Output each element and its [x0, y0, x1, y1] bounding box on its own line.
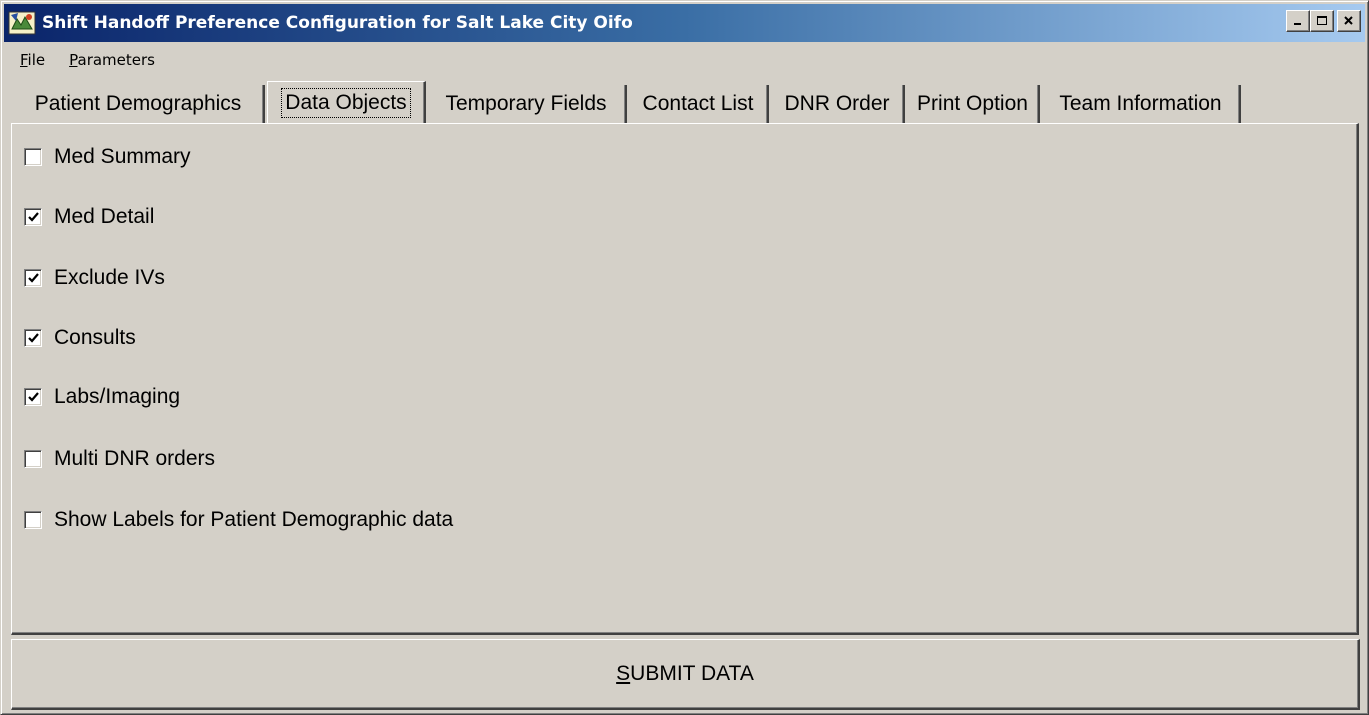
window-title: Shift Handoff Preference Configuration f…: [42, 13, 633, 33]
app-window: Shift Handoff Preference Configuration f…: [0, 0, 1369, 715]
tab-label: DNR Order: [784, 92, 890, 115]
option-labs-imaging[interactable]: Labs/Imaging: [24, 382, 180, 412]
maximize-button[interactable]: [1310, 10, 1334, 32]
tab-label: Team Information: [1059, 92, 1222, 115]
option-med-summary[interactable]: Med Summary: [24, 142, 191, 172]
close-icon: [1344, 16, 1353, 25]
submit-accel: S: [616, 662, 631, 685]
data-objects-panel: Med Summary Med Detail Exclude IVs Consu…: [11, 123, 1359, 635]
tab-strip: Patient Demographics Data Objects Tempor…: [13, 81, 1353, 123]
checkbox[interactable]: [24, 269, 42, 287]
maximize-icon: [1317, 16, 1327, 25]
option-label: Med Summary: [54, 145, 191, 168]
menu-parameters-accel: P: [69, 51, 78, 69]
option-show-labels[interactable]: Show Labels for Patient Demographic data: [24, 505, 453, 535]
tab-print-option[interactable]: Print Option: [907, 85, 1040, 123]
tab-contact-list[interactable]: Contact List: [629, 85, 769, 123]
checkbox[interactable]: [24, 148, 42, 166]
option-consults[interactable]: Consults: [24, 323, 136, 353]
submit-data-button[interactable]: S UBMIT DATA: [11, 639, 1360, 710]
tab-label: Contact List: [642, 92, 754, 115]
checkmark-icon: [28, 273, 39, 283]
checkbox[interactable]: [24, 450, 42, 468]
checkbox[interactable]: [24, 511, 42, 529]
option-multi-dnr-orders[interactable]: Multi DNR orders: [24, 444, 215, 474]
title-bar[interactable]: Shift Handoff Preference Configuration f…: [4, 4, 1365, 42]
menu-parameters-label: arameters: [77, 51, 155, 69]
menu-file-label: ile: [27, 51, 46, 69]
window-controls: [1286, 10, 1361, 32]
option-label: Multi DNR orders: [54, 447, 216, 470]
checkbox[interactable]: [24, 388, 42, 406]
menu-parameters[interactable]: Parameters: [53, 51, 163, 69]
tab-dnr-order[interactable]: DNR Order: [771, 85, 905, 123]
tab-label: Temporary Fields: [445, 92, 607, 115]
checkbox[interactable]: [24, 329, 42, 347]
submit-label: UBMIT DATA: [630, 662, 754, 685]
option-label: Exclude IVs: [54, 266, 165, 289]
checkmark-icon: [28, 212, 39, 222]
option-med-detail[interactable]: Med Detail: [24, 202, 154, 232]
menu-file-accel: F: [20, 51, 28, 69]
tab-label: Data Objects: [281, 87, 411, 118]
option-label: Labs/Imaging: [54, 385, 181, 408]
tab-data-objects[interactable]: Data Objects: [267, 81, 426, 123]
tab-temporary-fields[interactable]: Temporary Fields: [427, 85, 627, 123]
menu-bar: File Parameters: [4, 45, 1365, 75]
tab-label: Patient Demographics: [34, 92, 242, 115]
option-label: Med Detail: [54, 205, 155, 228]
menu-file[interactable]: File: [4, 51, 53, 69]
tab-patient-demographics[interactable]: Patient Demographics: [13, 85, 265, 123]
option-label: Show Labels for Patient Demographic data: [54, 508, 454, 531]
checkmark-icon: [28, 333, 39, 343]
tab-team-information[interactable]: Team Information: [1042, 85, 1241, 123]
minimize-button[interactable]: [1286, 10, 1310, 32]
minimize-icon: [1294, 23, 1301, 25]
option-label: Consults: [54, 326, 136, 349]
app-icon: [7, 8, 37, 38]
checkmark-icon: [28, 392, 39, 402]
close-button[interactable]: [1337, 10, 1361, 32]
checkbox[interactable]: [24, 208, 42, 226]
option-exclude-ivs[interactable]: Exclude IVs: [24, 263, 165, 293]
tab-label: Print Option: [917, 92, 1028, 115]
